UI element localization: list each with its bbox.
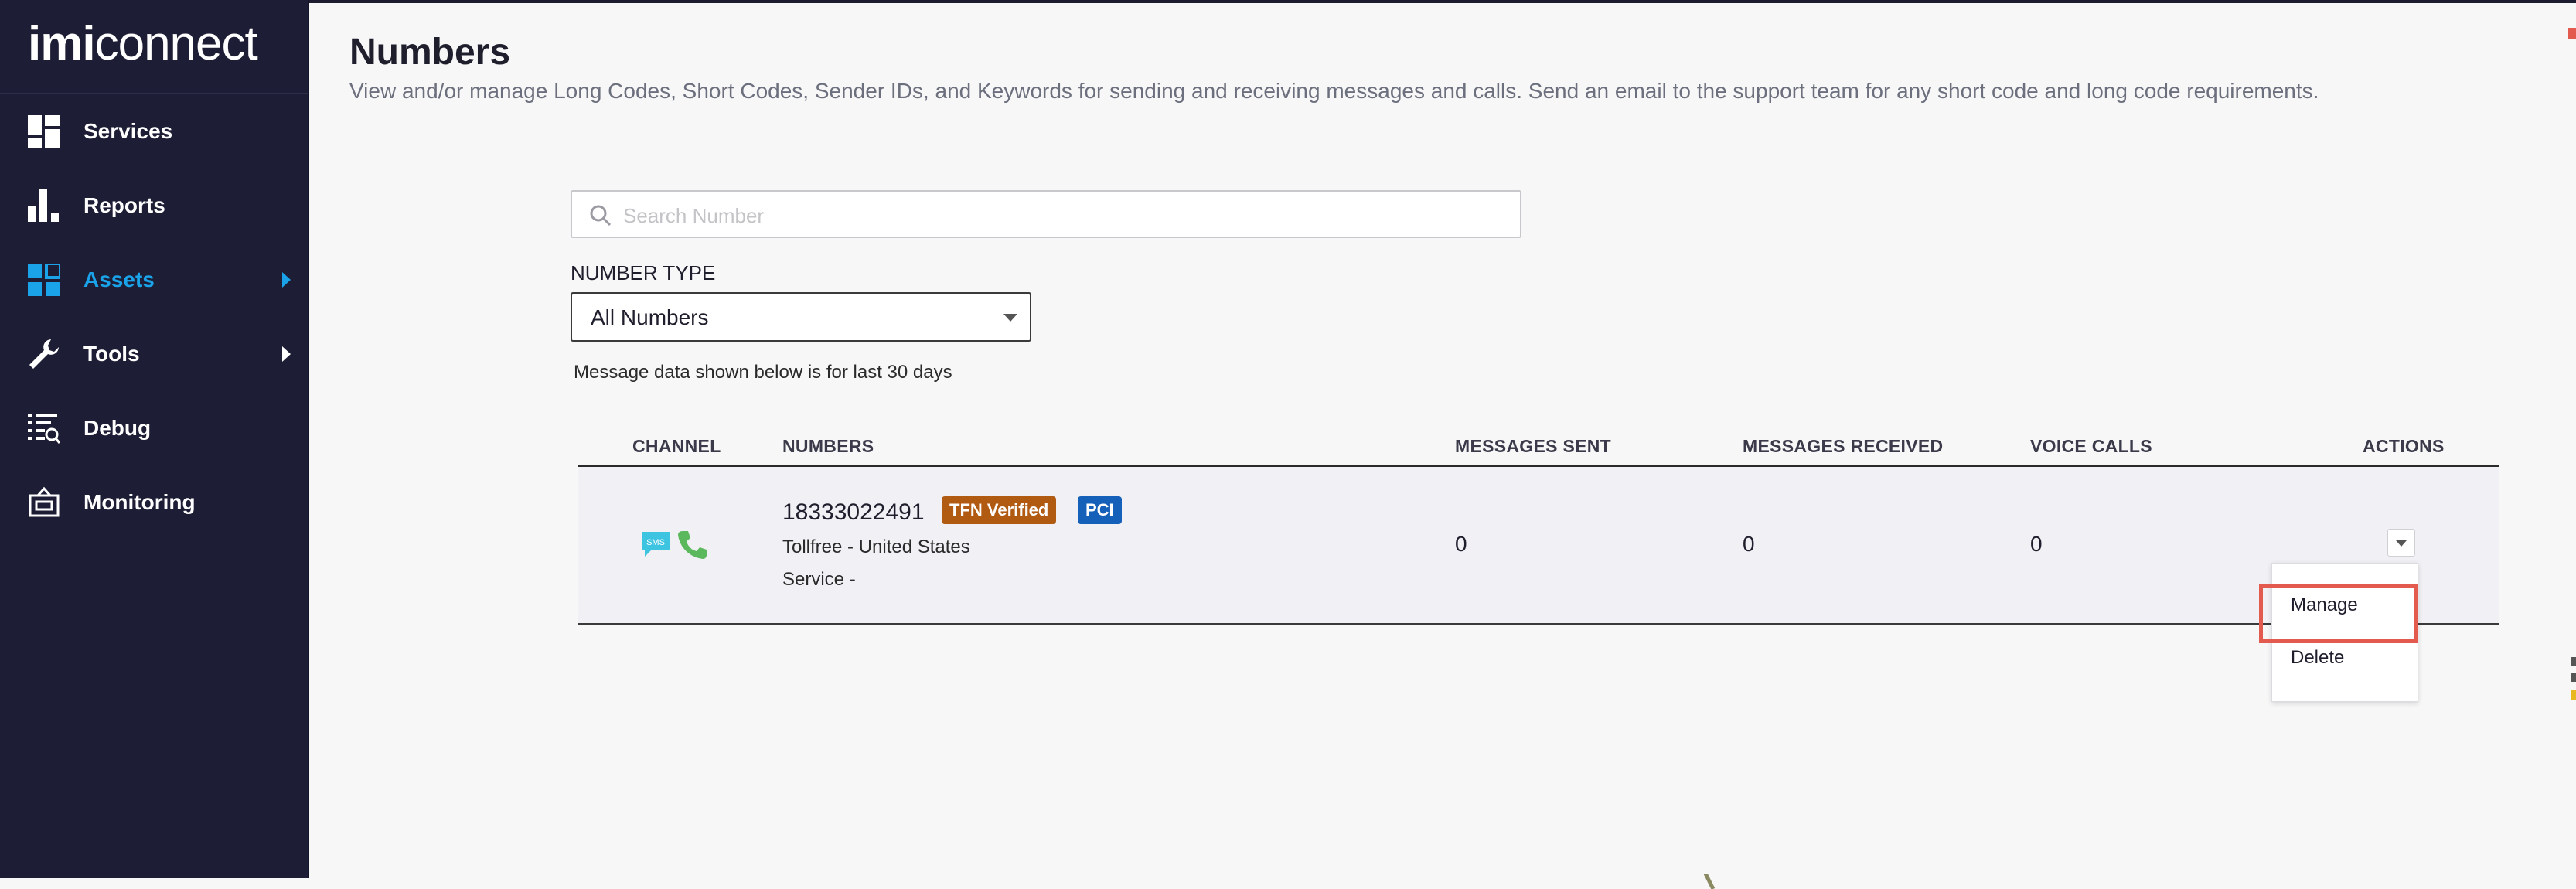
sidebar-item-tools[interactable]: Tools	[0, 317, 308, 391]
table-row: SMS 18333022491 TFN Verified PCI Tollfre…	[578, 467, 2499, 625]
chevron-down-icon	[2396, 540, 2407, 547]
decorative-mark	[2571, 657, 2576, 700]
column-header-messages-received: MESSAGES RECEIVED	[1743, 436, 1944, 456]
voice-calls-value: 0	[2030, 532, 2043, 556]
menu-item-delete[interactable]: Delete	[2291, 647, 2344, 669]
data-period-note: Message data shown below is for last 30 …	[574, 362, 952, 383]
sidebar-item-label: Debug	[83, 416, 152, 440]
page-title: Numbers	[349, 32, 511, 73]
number-type-value: All Numbers	[591, 305, 709, 329]
pci-badge: PCI	[1078, 496, 1122, 524]
sidebar-item-monitoring[interactable]: Monitoring	[0, 465, 308, 540]
dashboard-icon	[28, 115, 60, 148]
sidebar: imiconnect Services Reports Assets Tools…	[0, 0, 309, 878]
sidebar-item-label: Tools	[83, 342, 140, 366]
wrench-icon	[29, 339, 59, 369]
decorative-stroke	[1704, 874, 1716, 889]
sidebar-item-label: Reports	[83, 193, 165, 217]
sidebar-item-services[interactable]: Services	[0, 94, 308, 169]
highlight-box	[2259, 584, 2418, 643]
phone-number[interactable]: 18333022491	[782, 499, 925, 526]
chevron-right-icon	[282, 272, 291, 288]
grid-icon	[28, 264, 60, 296]
top-border	[0, 0, 2576, 3]
column-header-numbers: NUMBERS	[782, 436, 874, 456]
number-type-label: NUMBER TYPE	[571, 261, 716, 284]
svg-text:SMS: SMS	[646, 538, 665, 547]
search-icon	[590, 205, 612, 227]
service-text: Service -	[782, 569, 856, 590]
sidebar-item-label: Services	[83, 119, 173, 143]
sidebar-item-assets[interactable]: Assets	[0, 243, 308, 317]
monitor-icon	[29, 486, 60, 517]
table-header: CHANNEL NUMBERS MESSAGES SENT MESSAGES R…	[578, 427, 2499, 467]
sidebar-item-reports[interactable]: Reports	[0, 169, 308, 243]
column-header-actions: ACTIONS	[2363, 436, 2445, 456]
phone-icon	[678, 531, 707, 559]
sidebar-item-debug[interactable]: Debug	[0, 391, 308, 465]
sms-icon: SMS	[642, 532, 670, 557]
chevron-right-icon	[282, 346, 291, 362]
search-box[interactable]	[571, 190, 1521, 238]
actions-dropdown-button[interactable]	[2387, 529, 2415, 557]
sidebar-item-label: Assets	[83, 267, 155, 291]
edge-marker	[2568, 28, 2576, 39]
column-header-voice-calls: VOICE CALLS	[2030, 436, 2152, 456]
number-type-select[interactable]: All Numbers	[571, 292, 1031, 342]
bar-chart-icon	[28, 189, 59, 222]
chevron-down-icon	[1003, 314, 1017, 322]
tfn-verified-badge: TFN Verified	[942, 496, 1057, 524]
messages-received-value: 0	[1743, 532, 1755, 556]
search-input[interactable]	[622, 199, 1506, 232]
page-description: View and/or manage Long Codes, Short Cod…	[349, 79, 2319, 103]
debug-list-icon	[28, 414, 60, 444]
column-header-messages-sent: MESSAGES SENT	[1455, 436, 1611, 456]
sidebar-item-label: Monitoring	[83, 490, 196, 514]
messages-sent-value: 0	[1455, 532, 1467, 556]
app-logo[interactable]: imiconnect	[28, 17, 258, 71]
number-type-text: Tollfree - United States	[782, 536, 970, 557]
column-header-channel: CHANNEL	[632, 436, 721, 456]
